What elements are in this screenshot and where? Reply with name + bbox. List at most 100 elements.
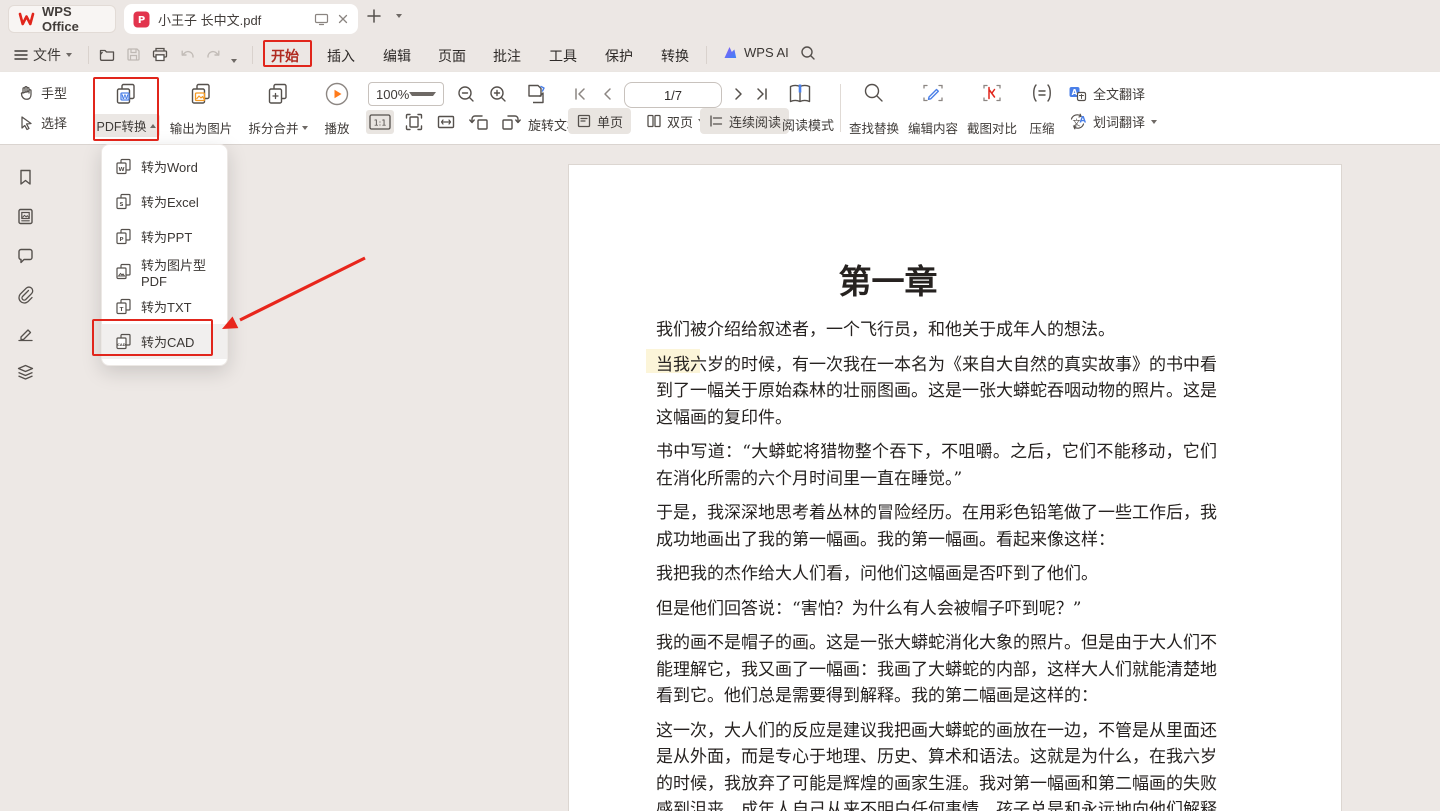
svg-text:A: A bbox=[1072, 87, 1078, 96]
redo-icon[interactable] bbox=[205, 46, 222, 62]
word-translate-icon: 文A bbox=[1068, 112, 1087, 131]
new-tab-button[interactable] bbox=[366, 8, 382, 24]
undo-icon[interactable] bbox=[179, 46, 196, 62]
thumbnail-panel-icon[interactable] bbox=[16, 207, 35, 226]
compress-button[interactable]: 压缩 bbox=[1026, 81, 1058, 137]
menu-item-to-txt[interactable]: T 转为TXT bbox=[102, 289, 227, 324]
fit-width-icon[interactable] bbox=[436, 112, 456, 132]
open-file-icon[interactable] bbox=[98, 46, 116, 63]
export-image-label: 输出为图片 bbox=[170, 118, 233, 137]
signature-panel-icon[interactable] bbox=[16, 324, 35, 343]
menu-tab-page[interactable]: 页面 bbox=[438, 46, 466, 66]
page-indicator-input[interactable]: 1/7 bbox=[624, 82, 722, 108]
menu-item-to-word[interactable]: W 转为Word bbox=[102, 149, 227, 184]
screenshot-compare-button[interactable]: 截图对比 bbox=[965, 81, 1019, 137]
to-txt-icon: T bbox=[115, 298, 132, 315]
tab-close-icon[interactable] bbox=[337, 13, 349, 25]
edit-content-button[interactable]: 编辑内容 bbox=[906, 81, 960, 137]
read-mode-book-icon[interactable] bbox=[786, 80, 814, 108]
hand-icon bbox=[18, 84, 35, 101]
divider bbox=[88, 46, 89, 64]
word-translate-button[interactable]: 文A 划词翻译 bbox=[1068, 112, 1157, 131]
menu-item-label: 转为TXT bbox=[141, 297, 192, 316]
attachment-panel-icon[interactable] bbox=[16, 285, 35, 304]
menu-tab-comment[interactable]: 批注 bbox=[493, 46, 521, 66]
actual-size-button[interactable]: 1:1 bbox=[366, 110, 394, 134]
compress-label: 压缩 bbox=[1029, 118, 1054, 137]
export-image-icon bbox=[188, 81, 214, 107]
export-image-button[interactable]: 输出为图片 bbox=[162, 81, 240, 137]
play-button[interactable]: 播放 bbox=[315, 81, 359, 137]
select-tool-button[interactable]: 选择 bbox=[18, 113, 67, 132]
pdf-convert-dropdown: W 转为Word S 转为Excel P 转为PPT 转为图片型PDF T bbox=[101, 144, 228, 366]
file-chevron-icon bbox=[66, 53, 72, 57]
word-translate-label: 划词翻译 bbox=[1093, 112, 1145, 131]
wps-ai-logo-icon bbox=[722, 45, 738, 60]
menu-item-to-cad[interactable]: CAD 转为CAD bbox=[102, 324, 227, 359]
svg-text:CAD: CAD bbox=[117, 343, 125, 347]
edit-content-icon bbox=[921, 81, 945, 105]
document-tab[interactable]: P 小王子 长中文.pdf bbox=[124, 4, 358, 34]
zoom-level-select[interactable]: 100% bbox=[368, 82, 444, 106]
next-page-icon[interactable] bbox=[732, 86, 746, 102]
svg-text:A: A bbox=[1080, 116, 1087, 126]
chapter-title: 第一章 bbox=[656, 255, 1120, 303]
tab-list-chevron-icon[interactable] bbox=[396, 14, 402, 18]
wps-home-button[interactable]: WPS Office bbox=[8, 5, 116, 33]
find-replace-button[interactable]: 查找替换 bbox=[847, 81, 901, 137]
rotate-right-icon[interactable] bbox=[500, 112, 522, 132]
zoom-in-icon[interactable] bbox=[488, 84, 509, 105]
comment-panel-icon[interactable] bbox=[16, 246, 35, 265]
first-page-icon[interactable] bbox=[572, 86, 588, 102]
read-mode-label[interactable]: 阅读模式 bbox=[782, 115, 834, 134]
titlebar: WPS Office P 小王子 长中文.pdf bbox=[0, 0, 1440, 38]
split-merge-button[interactable]: 拆分合并 bbox=[243, 81, 313, 137]
menu-item-to-excel[interactable]: S 转为Excel bbox=[102, 184, 227, 219]
file-menu-button[interactable]: 文件 bbox=[14, 45, 72, 65]
paragraph: 于是，我深深地思考着丛林的冒险经历。在用彩色铅笔做了一些工作后，我成功地画出了我… bbox=[656, 500, 1217, 553]
menu-tab-tools[interactable]: 工具 bbox=[549, 46, 577, 66]
print-icon[interactable] bbox=[151, 46, 169, 63]
full-translate-button[interactable]: A 全文翻译 bbox=[1068, 84, 1145, 103]
continuous-read-button[interactable]: 连续阅读 bbox=[700, 108, 789, 134]
brand-label: WPS Office bbox=[42, 4, 106, 34]
hand-tool-button[interactable]: 手型 bbox=[18, 83, 67, 102]
menu-item-to-image-pdf[interactable]: 转为图片型PDF bbox=[102, 254, 227, 289]
find-replace-icon bbox=[862, 81, 886, 105]
chevron-up-icon bbox=[150, 124, 156, 128]
replace-pages-icon[interactable] bbox=[524, 81, 550, 107]
svg-text:S: S bbox=[120, 202, 124, 208]
pdf-convert-button[interactable]: W PDF转换 bbox=[96, 81, 156, 137]
svg-text:P: P bbox=[119, 237, 123, 243]
screenshot-compare-label: 截图对比 bbox=[967, 118, 1017, 137]
menu-tab-insert[interactable]: 插入 bbox=[327, 46, 355, 66]
single-page-icon bbox=[576, 113, 592, 129]
bookmark-panel-icon[interactable] bbox=[16, 168, 35, 187]
compress-icon bbox=[1030, 81, 1054, 105]
continuous-read-icon bbox=[708, 113, 724, 129]
full-translate-icon: A bbox=[1068, 85, 1087, 103]
menu-tab-convert[interactable]: 转换 bbox=[661, 46, 689, 66]
menu-tab-home[interactable]: 开始 bbox=[271, 46, 299, 66]
menu-item-label: 转为图片型PDF bbox=[141, 255, 227, 289]
quick-access-chevron-icon[interactable] bbox=[231, 50, 237, 68]
select-cursor-icon bbox=[18, 114, 35, 131]
search-icon[interactable] bbox=[799, 44, 817, 62]
prev-page-icon[interactable] bbox=[600, 86, 614, 102]
save-icon[interactable] bbox=[125, 46, 142, 63]
zoom-out-icon[interactable] bbox=[456, 84, 477, 105]
select-tool-label: 选择 bbox=[41, 113, 67, 132]
menu-tab-edit[interactable]: 编辑 bbox=[383, 46, 411, 66]
tab-monitor-icon[interactable] bbox=[314, 12, 329, 26]
to-ppt-icon: P bbox=[115, 228, 132, 245]
menu-item-to-ppt[interactable]: P 转为PPT bbox=[102, 219, 227, 254]
rotate-left-icon[interactable] bbox=[468, 112, 490, 132]
layers-panel-icon[interactable] bbox=[16, 363, 35, 382]
svg-text:1:1: 1:1 bbox=[374, 119, 387, 128]
wps-ai-button[interactable]: WPS AI bbox=[722, 45, 789, 60]
fit-page-icon[interactable] bbox=[404, 112, 424, 132]
pdf-page[interactable]: 第一章 我们被介绍给叙述者，一个飞行员，和他关于成年人的想法。 当我六岁的时候，… bbox=[568, 164, 1342, 811]
menu-tab-protect[interactable]: 保护 bbox=[605, 46, 633, 66]
single-page-button[interactable]: 单页 bbox=[568, 108, 631, 134]
last-page-icon[interactable] bbox=[754, 86, 770, 102]
